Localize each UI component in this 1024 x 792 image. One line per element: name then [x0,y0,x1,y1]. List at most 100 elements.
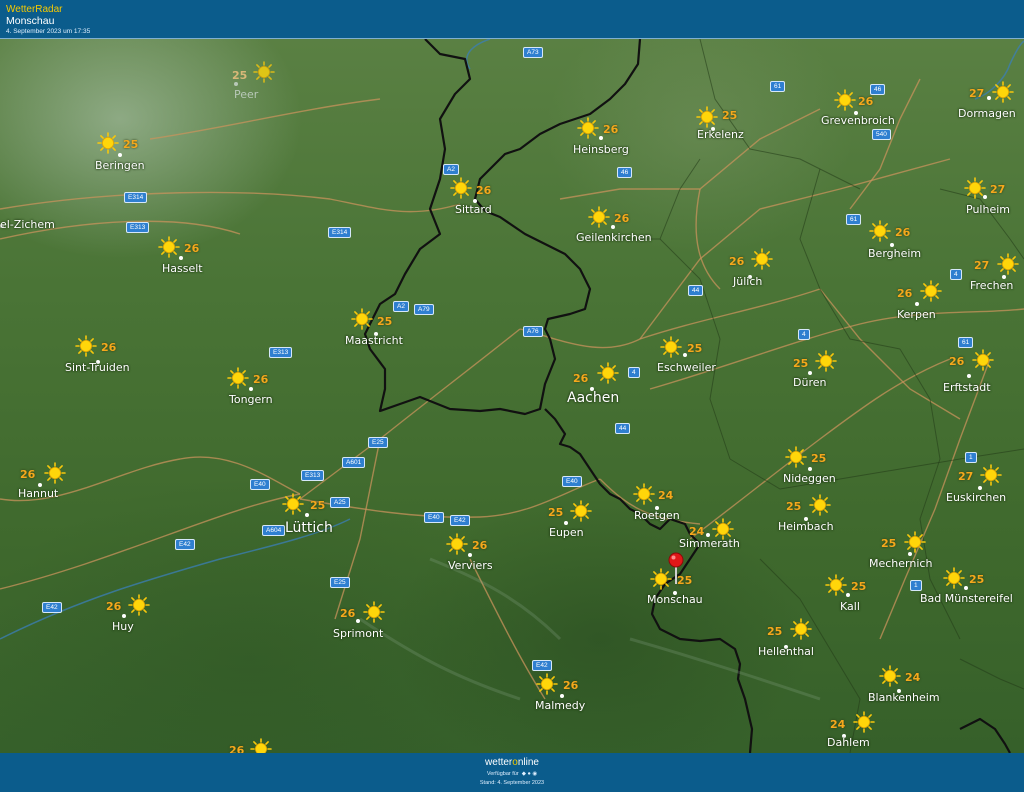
city-label[interactable]: Eupen [549,526,584,539]
sun-icon[interactable] [250,738,272,753]
city-label[interactable]: Sittard [455,203,492,216]
sun-icon[interactable] [536,673,558,695]
city-label[interactable]: Hellenthal [758,645,814,658]
city-label[interactable]: Kerpen [897,308,936,321]
sun-icon[interactable] [570,500,592,522]
road-badge: A601 [342,457,366,468]
sun-icon[interactable] [282,493,304,515]
city-dot [122,614,126,618]
road-badge: E314 [124,192,148,203]
city-label[interactable]: Erftstadt [943,381,991,394]
city-label[interactable]: el-Zichem [0,218,55,231]
city-label[interactable]: Dormagen [958,107,1016,120]
sun-icon[interactable] [790,618,812,640]
road-badge: E42 [450,515,470,526]
city-label[interactable]: Mechernich [869,557,932,570]
temperature-label: 26 [476,184,492,197]
city-label[interactable]: Heinsberg [573,143,629,156]
city-label[interactable]: Bad Münstereifel [920,592,1013,605]
sun-icon[interactable] [853,711,875,733]
road-badge: E313 [126,222,150,233]
sun-icon[interactable] [879,665,901,687]
sun-icon[interactable] [588,206,610,228]
road-badge: 4 [798,329,810,340]
sun-icon[interactable] [158,236,180,258]
sun-icon[interactable] [227,367,249,389]
temperature-label: 26 [573,372,589,385]
sun-icon[interactable] [825,574,847,596]
city-label[interactable]: Eschweiler [657,361,716,374]
sun-icon[interactable] [696,106,718,128]
sun-icon[interactable] [785,446,807,468]
city-label[interactable]: Peer [234,88,258,101]
city-label[interactable]: Verviers [448,559,493,572]
city-label[interactable]: Grevenbroich [821,114,895,127]
sun-icon[interactable] [75,335,97,357]
sun-icon[interactable] [869,220,891,242]
city-label[interactable]: Hasselt [162,262,203,275]
city-label[interactable]: Maastricht [345,334,403,347]
sun-icon[interactable] [809,494,831,516]
sun-icon[interactable] [815,350,837,372]
temperature-label: 25 [851,580,867,593]
sun-icon[interactable] [97,132,119,154]
city-dot [249,387,253,391]
sun-icon[interactable] [992,81,1014,103]
city-label[interactable]: Roetgen [634,509,680,522]
sun-icon[interactable] [964,177,986,199]
sun-icon[interactable] [577,117,599,139]
sun-icon[interactable] [446,533,468,555]
city-label[interactable]: Bergheim [868,247,921,260]
road-badge: A604 [262,525,286,536]
city-label[interactable]: Erkelenz [697,128,744,141]
city-label[interactable]: Hannut [18,487,58,500]
city-label[interactable]: Jülich [733,275,762,288]
city-label[interactable]: Sprimont [333,627,383,640]
city-label[interactable]: Düren [793,376,826,389]
sun-icon[interactable] [997,253,1019,275]
city-label[interactable]: Monschau [647,593,703,606]
sun-icon[interactable] [751,248,773,270]
sun-icon[interactable] [920,280,942,302]
sun-icon[interactable] [972,349,994,371]
sun-icon[interactable] [44,462,66,484]
location-pin-icon[interactable] [667,552,685,590]
temperature-label: 26 [895,226,911,239]
road-badge: 61 [846,214,862,225]
city-label[interactable]: Dahlem [827,736,870,749]
sun-icon[interactable] [363,601,385,623]
sun-icon[interactable] [904,531,926,553]
temperature-label: 26 [614,212,630,225]
sun-icon[interactable] [980,464,1002,486]
city-dot [560,694,564,698]
sun-icon[interactable] [633,483,655,505]
city-label[interactable]: Frechen [970,279,1013,292]
sun-icon[interactable] [450,177,472,199]
city-label[interactable]: Beringen [95,159,145,172]
city-label[interactable]: Nideggen [783,472,836,485]
sun-icon[interactable] [943,567,965,589]
city-label[interactable]: Geilenkirchen [576,231,652,244]
sun-icon[interactable] [128,594,150,616]
sun-icon[interactable] [351,308,373,330]
city-label[interactable]: Aachen [567,390,619,406]
city-label[interactable]: Kall [840,600,860,613]
city-label[interactable]: Lüttich [285,520,333,536]
city-label[interactable]: Pulheim [966,203,1010,216]
location-name: Monschau [6,15,55,27]
sun-icon[interactable] [660,336,682,358]
sun-icon[interactable] [597,362,619,384]
sun-icon[interactable] [834,89,856,111]
city-label[interactable]: Tongern [229,393,273,406]
sun-icon[interactable] [253,61,275,83]
city-label[interactable]: Huy [112,620,134,633]
sun-icon[interactable] [712,518,734,540]
city-label[interactable]: Heimbach [778,520,834,533]
city-label[interactable]: Malmedy [535,699,585,712]
wetteronline-logo[interactable]: wetteronline [0,757,1024,768]
weather-map[interactable]: A73 61 46 540 A2 46 E314 E313 E314 61 A2 A79 44 4 A76 E… [0,39,1024,753]
city-label[interactable]: Blankenheim [868,691,940,704]
city-label[interactable]: Sint-Truiden [65,361,130,374]
city-dot [808,467,812,471]
city-label[interactable]: Euskirchen [946,491,1006,504]
